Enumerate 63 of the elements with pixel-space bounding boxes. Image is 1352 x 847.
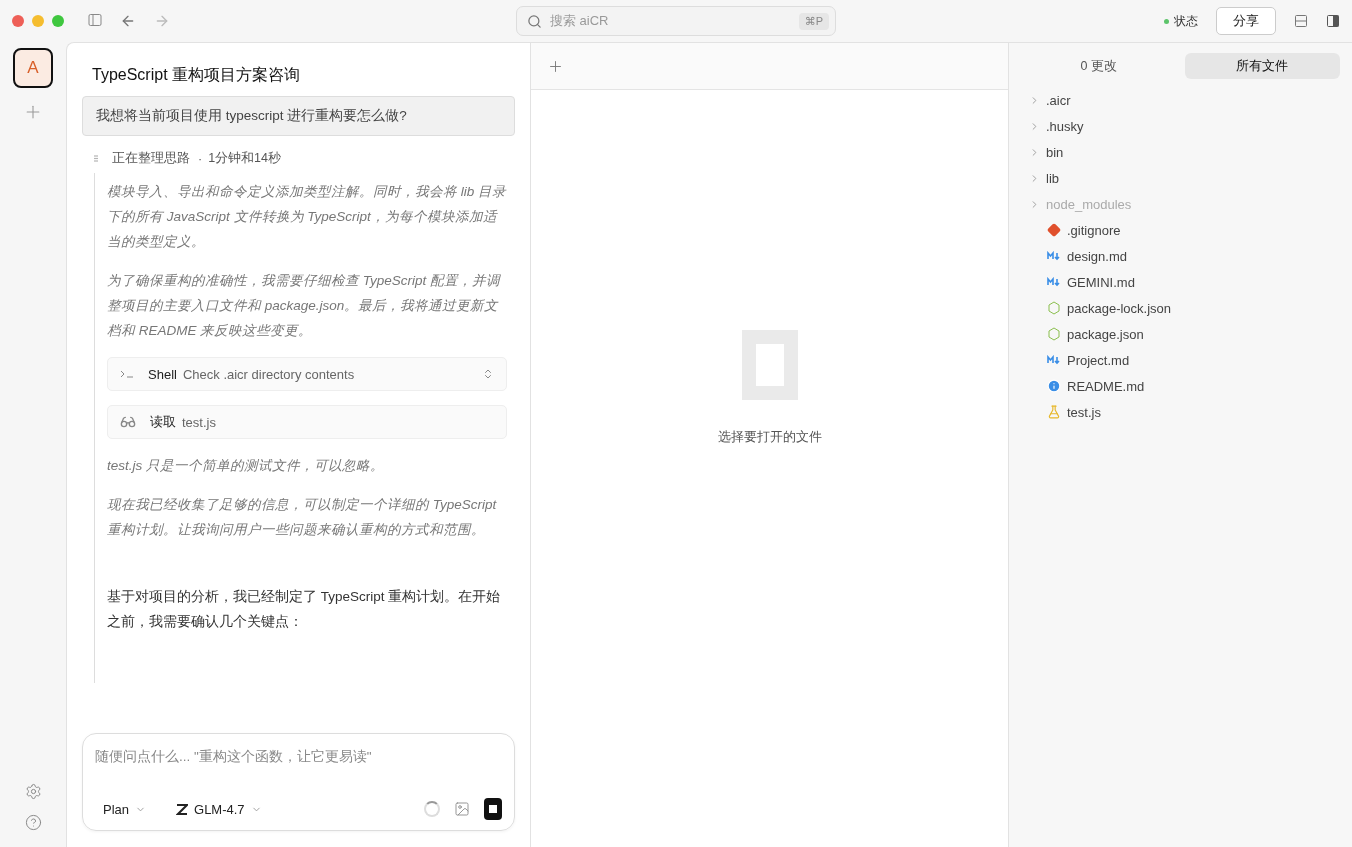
thought-text: 模块导入、导出和命令定义添加类型注解。同时，我会将 lib 目录下的所有 JavaScript 文件转换为 TypeScript，为每个模块添加适当的类型定义。: [107, 183, 507, 251]
separator-dot: ·: [198, 151, 203, 166]
file-name[interactable]: README.md: [1067, 378, 1145, 394]
help-icon[interactable]: [24, 814, 42, 831]
tool-call[interactable]: 读取 test.js: [107, 405, 507, 439]
file-name[interactable]: Project.md: [1067, 352, 1130, 368]
folder-name[interactable]: .husky: [1046, 118, 1084, 134]
thinking-duration: 1分钟和14秒: [208, 150, 282, 167]
thought-text: 为了确保重构的准确性，我需要仔细检查 TypeScript 配置，并调整项目的主要入口文件和 package.json。最后，我将通过更新文档和 README 来反映这些变更。: [107, 272, 502, 340]
markdown-icon: [1047, 277, 1061, 287]
files-tab[interactable]: 0 更改: [1021, 53, 1177, 79]
zoom-button[interactable]: [52, 15, 64, 27]
answer-text: 基于对项目的分析，我已经制定了 TypeScript 重构计划。在开始之前，我需要确认几个关键点：: [107, 588, 502, 631]
message-input[interactable]: 随便问点什么... "重构这个函数，让它更易读" Plan GLM-4.7: [82, 733, 515, 831]
stop-button[interactable]: [484, 798, 502, 820]
files-tab[interactable]: 所有文件: [1184, 53, 1340, 79]
markdown-icon: [1047, 355, 1061, 365]
forward-icon[interactable]: [154, 13, 170, 29]
search-icon: [527, 13, 542, 29]
mode-selector[interactable]: Plan: [95, 801, 155, 817]
file-name[interactable]: design.md: [1067, 248, 1127, 264]
file-name[interactable]: package-lock.json: [1067, 300, 1172, 316]
file-name[interactable]: test.js: [1067, 404, 1101, 420]
settings-icon[interactable]: [24, 783, 42, 800]
tool-label: 读取: [150, 413, 176, 431]
dots-icon: [94, 155, 98, 162]
sidebar-toggle-icon[interactable]: [88, 13, 102, 27]
image-icon[interactable]: [454, 801, 470, 817]
git-icon: [1047, 223, 1061, 237]
folder-name[interactable]: lib: [1046, 170, 1059, 186]
expand-icon[interactable]: [482, 368, 494, 380]
glasses-icon: [120, 414, 136, 430]
folder-name[interactable]: .aicr: [1046, 92, 1071, 108]
file-name[interactable]: package.json: [1067, 326, 1144, 342]
empty-message: 选择要打开的文件: [717, 428, 822, 446]
terminal-icon: [120, 369, 134, 379]
minimize-button[interactable]: [32, 15, 44, 27]
thought-text: test.js 只是一个简单的测试文件，可以忽略。: [107, 457, 385, 475]
folder-name[interactable]: bin: [1046, 144, 1064, 160]
file-name[interactable]: .gitignore: [1067, 222, 1121, 238]
info-icon: [1047, 379, 1061, 393]
back-icon[interactable]: [120, 13, 136, 29]
user-message: 我想将当前项目使用 typescript 进行重构要怎么做?: [82, 96, 515, 136]
thought-text: 现在我已经收集了足够的信息，可以制定一个详细的 TypeScript 重构计划。让我询问用户一些问题来确认重构的方式和范围。: [107, 496, 498, 539]
z-logo-icon: [176, 803, 189, 815]
thinking-status: 正在整理思路: [112, 150, 190, 167]
tool-label: Shell: [148, 366, 177, 382]
tool-detail: test.js: [182, 414, 217, 430]
flask-icon: [1047, 405, 1061, 419]
markdown-icon: [1047, 251, 1061, 261]
shortcut-hint: ⌘P: [798, 12, 829, 30]
model-selector[interactable]: GLM-4.7: [168, 801, 270, 817]
close-button[interactable]: [12, 15, 24, 27]
tool-detail: Check .aicr directory contents: [182, 366, 356, 382]
share-button[interactable]: 分享: [1216, 7, 1276, 35]
conversation-title: TypeScript 重构项目方案咨询: [91, 65, 302, 85]
tool-call[interactable]: Shell Check .aicr directory contents: [107, 357, 507, 391]
panel-toggle-icon[interactable]: [1326, 14, 1340, 28]
hexagon-icon: [1047, 327, 1061, 341]
split-view-icon[interactable]: [1294, 14, 1308, 28]
file-name[interactable]: GEMINI.md: [1067, 274, 1135, 290]
status-button[interactable]: 状态: [1164, 12, 1198, 30]
hexagon-icon: [1047, 301, 1061, 315]
